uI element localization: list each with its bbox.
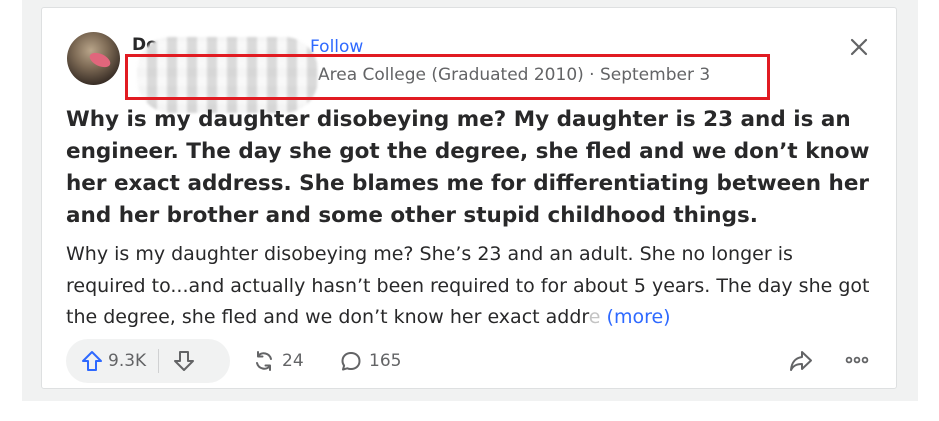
close-icon[interactable] [848,36,870,58]
downvote-button[interactable] [159,339,196,383]
avatar-image [87,49,113,71]
share-icon[interactable] [788,348,814,374]
comment-button[interactable]: 165 [339,349,401,373]
highlight-annotation [125,54,770,100]
comment-icon [341,352,361,371]
more-link[interactable]: (more) [607,306,671,328]
vote-pill: 9.3K [66,339,230,383]
upvote-icon [82,351,102,371]
upvote-count: 9.3K [108,351,147,371]
reshare-count: 24 [282,351,304,371]
upvote-button[interactable]: 9.3K [66,339,158,383]
overflow-icon[interactable] [845,352,869,368]
answer-card: Do Follow Area College (Graduated 2010) … [41,7,897,389]
downvote-icon [174,351,195,371]
answer-preview-fade: e [588,306,601,328]
comment-count: 165 [369,351,402,371]
reshare-icon [256,351,272,371]
answer-preview[interactable]: Why is my daughter disobeying me? She’s … [66,239,878,334]
reshare-button[interactable]: 24 [252,349,304,373]
answer-preview-text: Why is my daughter disobeying me? She’s … [66,243,870,328]
avatar[interactable] [67,32,120,85]
question-title[interactable]: Why is my daughter disobeying me? My dau… [66,104,876,232]
